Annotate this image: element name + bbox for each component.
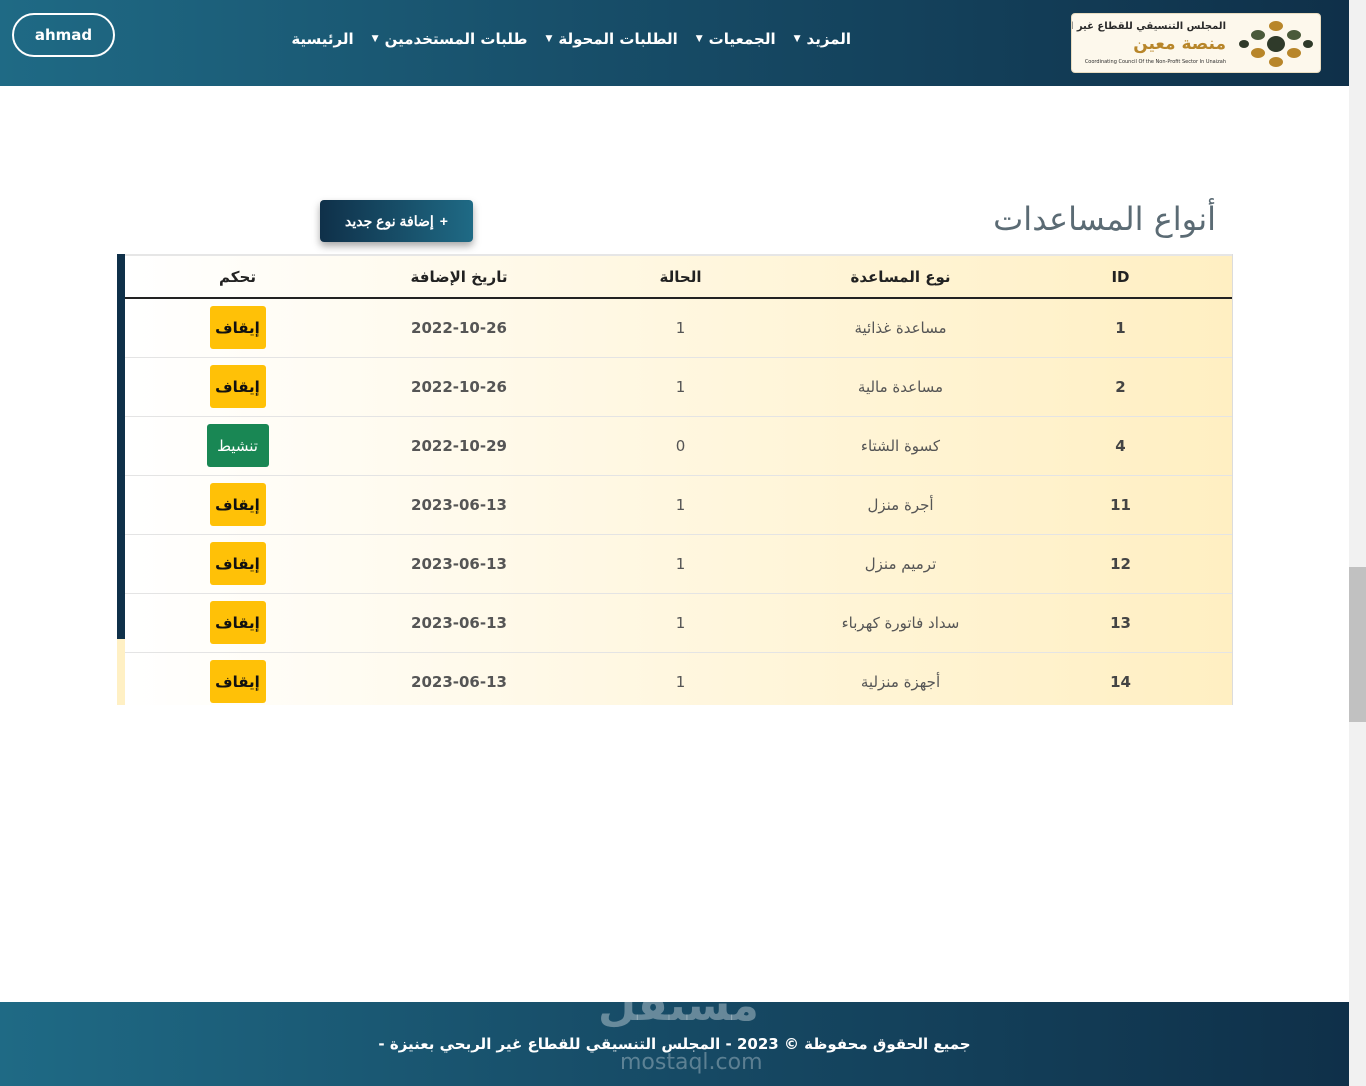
header-id: ID xyxy=(1111,267,1130,286)
cell-id: 14 xyxy=(1110,672,1131,691)
cell-control: إيقاف xyxy=(125,298,350,357)
table-row: 2 مساعدة مالية 1 2022-10-26 إيقاف xyxy=(125,357,1232,416)
cell-type: ترميم منزل xyxy=(864,554,937,573)
cell-control: إيقاف xyxy=(125,357,350,416)
nav-home-label: الرئيسية xyxy=(291,30,354,48)
watermark-logo: مستقل xyxy=(598,980,759,1031)
cell-date: 2022-10-29 xyxy=(411,436,507,455)
stop-button[interactable]: إيقاف xyxy=(209,660,266,703)
user-menu-button[interactable]: ahmad xyxy=(12,13,115,57)
cell-type: مساعدة مالية xyxy=(857,377,944,396)
page-scrollbar-thumb[interactable] xyxy=(1349,567,1366,722)
nav-home[interactable]: الرئيسية xyxy=(291,30,353,48)
stop-button[interactable]: إيقاف xyxy=(209,365,266,408)
caret-down-icon: ▼ xyxy=(371,34,379,44)
logo-platform-name: منصة معين xyxy=(1133,34,1226,54)
assistance-types-table: ID نوع المساعدة الحالة تاريخ الإضافة تحك… xyxy=(125,254,1232,705)
cell-status: 1 xyxy=(675,554,686,573)
cell-date: 2022-10-26 xyxy=(411,318,507,337)
stop-button[interactable]: إيقاف xyxy=(209,601,266,644)
page-scrollbar-track[interactable] xyxy=(1349,0,1366,1086)
plus-icon: + xyxy=(439,213,448,229)
site-logo[interactable]: المجلس التنسيقي للقطاع غير الربحي بعنيزة… xyxy=(1071,13,1321,73)
nav-associations-label: الجمعيات xyxy=(708,30,776,48)
assistance-types-table-container[interactable]: ID نوع المساعدة الحالة تاريخ الإضافة تحك… xyxy=(117,254,1233,705)
cell-id: 11 xyxy=(1110,495,1131,514)
nav-associations[interactable]: الجمعيات ▼ xyxy=(696,30,776,48)
header-type: نوع المساعدة xyxy=(850,267,951,286)
logo-english-name: Coordinating Council Of the Non-Profit S… xyxy=(1084,59,1226,65)
cell-date: 2023-06-13 xyxy=(411,613,507,632)
nav-user-requests[interactable]: طلبات المستخدمين ▼ xyxy=(372,30,528,48)
cell-id: 12 xyxy=(1110,554,1131,573)
cell-date: 2023-06-13 xyxy=(411,495,507,514)
table-row: 12 ترميم منزل 1 2023-06-13 إيقاف xyxy=(125,534,1232,593)
cell-control: إيقاف xyxy=(125,534,350,593)
cell-type: كسوة الشتاء xyxy=(860,436,941,455)
nav-more[interactable]: المزيد ▼ xyxy=(794,30,851,48)
cell-status: 1 xyxy=(675,613,686,632)
stop-button[interactable]: إيقاف xyxy=(209,542,266,585)
cell-control: تنشيط xyxy=(125,416,350,475)
header-control: تحكم xyxy=(219,267,256,286)
header-date: تاريخ الإضافة xyxy=(410,267,508,286)
cell-id: 1 xyxy=(1115,318,1126,337)
cell-type: سداد فاتورة كهرباء xyxy=(841,613,960,632)
cell-id: 2 xyxy=(1115,377,1126,396)
cell-control: إيقاف xyxy=(125,475,350,534)
cell-date: 2023-06-13 xyxy=(411,672,507,691)
nav-transferred-requests-label: الطلبات المحولة xyxy=(558,30,678,48)
table-row: 11 أجرة منزل 1 2023-06-13 إيقاف xyxy=(125,475,1232,534)
caret-down-icon: ▼ xyxy=(545,34,553,44)
caret-down-icon: ▼ xyxy=(695,34,703,44)
page-title: أنواع المساعدات xyxy=(993,200,1216,238)
logo-emblem-icon xyxy=(1239,21,1313,67)
cell-date: 2022-10-26 xyxy=(411,377,507,396)
table-row: 4 كسوة الشتاء 0 2022-10-29 تنشيط xyxy=(125,416,1232,475)
stop-button[interactable]: إيقاف xyxy=(209,306,266,350)
cell-status: 1 xyxy=(675,318,686,337)
cell-type: أجهزة منزلية xyxy=(860,672,941,691)
add-new-type-button[interactable]: + إضافة نوع جديد xyxy=(320,200,473,242)
nav-more-label: المزيد xyxy=(806,30,851,48)
cell-status: 1 xyxy=(675,495,686,514)
cell-status: 1 xyxy=(675,377,686,396)
cell-status: 1 xyxy=(675,672,686,691)
caret-down-icon: ▼ xyxy=(793,34,801,44)
watermark-url: mostaql.com xyxy=(620,1050,763,1075)
main-nav: الرئيسية طلبات المستخدمين ▼ الطلبات المح… xyxy=(291,30,851,48)
cell-type: أجرة منزل xyxy=(867,495,934,514)
table-row: 14 أجهزة منزلية 1 2023-06-13 إيقاف xyxy=(125,652,1232,705)
cell-id: 13 xyxy=(1110,613,1131,632)
header-status: الحالة xyxy=(659,267,702,286)
top-navbar: ahmad الرئيسية طلبات المستخدمين ▼ الطلبا… xyxy=(0,0,1349,86)
logo-council-name: المجلس التنسيقي للقطاع غير الربحي بعنيزة xyxy=(1072,21,1226,32)
table-row: 13 سداد فاتورة كهرباء 1 2023-06-13 إيقاف xyxy=(125,593,1232,652)
stop-button[interactable]: إيقاف xyxy=(209,483,266,526)
cell-control: إيقاف xyxy=(125,652,350,705)
cell-type: مساعدة غذائية xyxy=(854,318,947,337)
add-new-type-label: إضافة نوع جديد xyxy=(345,212,434,229)
table-row: 1 مساعدة غذائية 1 2022-10-26 إيقاف xyxy=(125,298,1232,357)
nav-transferred-requests[interactable]: الطلبات المحولة ▼ xyxy=(545,30,677,48)
cell-control: إيقاف xyxy=(125,593,350,652)
cell-id: 4 xyxy=(1115,436,1126,455)
nav-user-requests-label: طلبات المستخدمين xyxy=(384,30,528,48)
activate-button[interactable]: تنشيط xyxy=(206,424,269,467)
cell-status: 0 xyxy=(675,436,686,455)
cell-date: 2023-06-13 xyxy=(411,554,507,573)
table-header-row: ID نوع المساعدة الحالة تاريخ الإضافة تحك… xyxy=(125,255,1232,298)
